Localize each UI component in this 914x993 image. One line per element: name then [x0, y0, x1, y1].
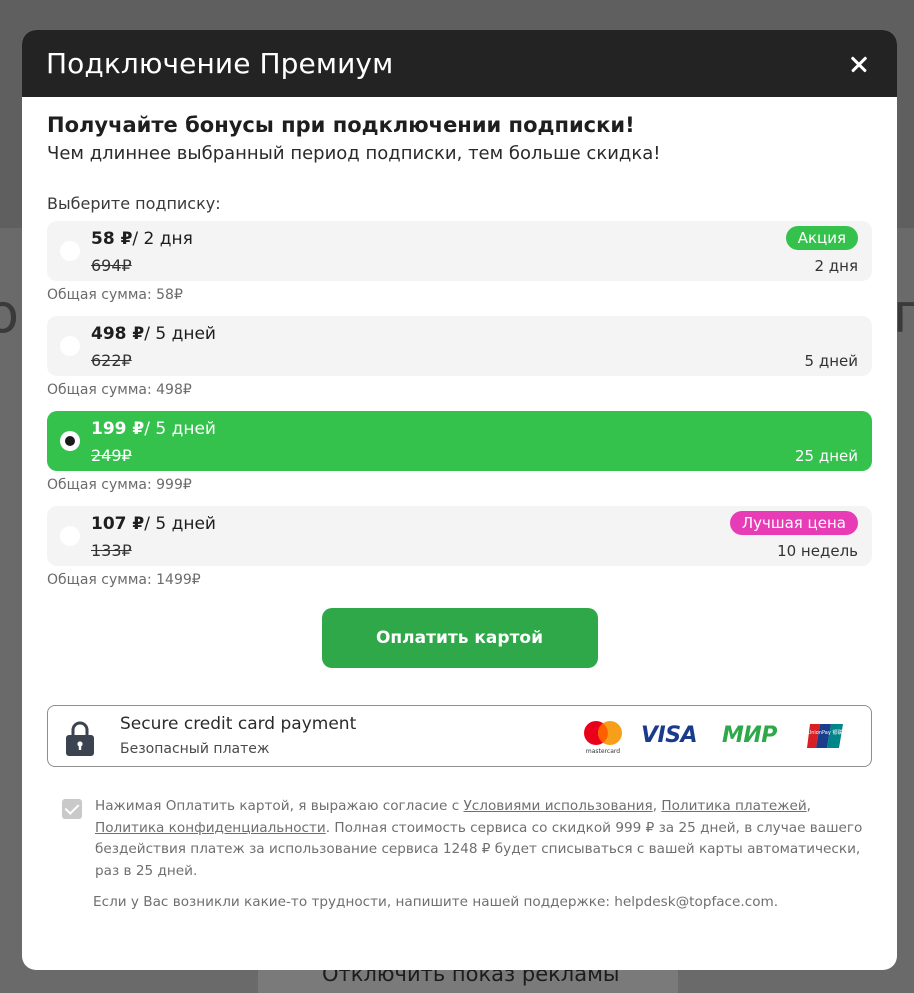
modal-header: Подключение Премиум	[22, 30, 897, 97]
plan-old-price: 694₽	[91, 256, 132, 275]
terms-link[interactable]: Условиями использования	[464, 798, 653, 814]
best-price-badge: Лучшая цена	[729, 511, 858, 535]
support-text: Если у Вас возникли какие-то трудности, …	[93, 894, 779, 910]
background-text-left: о	[0, 282, 20, 345]
plan-period: 10 недель	[777, 542, 858, 560]
plan-price-per: / 5 дней	[144, 514, 216, 534]
plan-total: Общая сумма: 1499₽	[47, 572, 201, 588]
plan-price-per: / 5 дней	[144, 419, 216, 439]
consent-separator: ,	[806, 798, 811, 814]
plan-period: 2 дня	[814, 257, 858, 275]
plan-price-per: / 5 дней	[144, 324, 216, 344]
choose-subscription-label: Выберите подписку:	[47, 194, 221, 213]
plan-period: 25 дней	[794, 447, 858, 465]
consent-text-prefix: Нажимая Оплатить картой, я выражаю согла…	[95, 798, 464, 814]
lock-icon	[66, 721, 94, 756]
plan-option[interactable]: 58 ₽/ 2 дня 694₽ Акция 2 дня	[47, 221, 872, 281]
modal-body: Получайте бонусы при подключении подписк…	[22, 97, 897, 910]
plan-price-amount: 107 ₽	[91, 514, 145, 534]
pay-by-card-button[interactable]: Оплатить картой	[321, 608, 598, 668]
secure-payment-box: Secure credit card payment Безопасный пл…	[47, 705, 872, 767]
consent-text: Нажимая Оплатить картой, я выражаю согла…	[95, 796, 872, 882]
mir-icon: МИР	[722, 723, 777, 748]
modal-title: Подключение Премиум	[46, 47, 394, 80]
close-icon[interactable]	[845, 50, 873, 78]
plan-old-price: 622₽	[91, 351, 132, 370]
secure-payment-title: Secure credit card payment	[120, 714, 357, 734]
plan-price: 199 ₽/ 5 дней	[91, 419, 216, 439]
mastercard-icon: mastercard	[584, 721, 622, 755]
plan-price-per: / 2 дня	[132, 229, 193, 249]
plan-option-wrapper: 199 ₽/ 5 дней 249₽ 25 дней Общая сумма: …	[47, 411, 872, 493]
plan-total: Общая сумма: 498₽	[47, 382, 192, 398]
plan-price: 498 ₽/ 5 дней	[91, 324, 216, 344]
radio-button-checked[interactable]	[60, 431, 80, 451]
plan-old-price: 249₽	[91, 446, 132, 465]
unionpay-icon: UnionPay 银联	[807, 724, 843, 748]
plan-total: Общая сумма: 58₽	[47, 287, 183, 303]
privacy-policy-link[interactable]: Политика конфиденциальности	[95, 820, 326, 836]
headline: Получайте бонусы при подключении подписк…	[47, 113, 635, 137]
visa-icon: VISA	[641, 723, 698, 748]
consent-block: Нажимая Оплатить картой, я выражаю согла…	[47, 796, 872, 882]
plan-price-amount: 498 ₽	[91, 324, 145, 344]
plan-price-amount: 199 ₽	[91, 419, 145, 439]
plan-option-wrapper: 498 ₽/ 5 дней 622₽ 5 дней Общая сумма: 4…	[47, 316, 872, 398]
plan-option[interactable]: 107 ₽/ 5 дней 133₽ Лучшая цена 10 недель	[47, 506, 872, 566]
plan-option-selected[interactable]: 199 ₽/ 5 дней 249₽ 25 дней	[47, 411, 872, 471]
radio-button[interactable]	[60, 241, 80, 261]
payment-policy-link[interactable]: Политика платежей	[661, 798, 806, 814]
plan-total: Общая сумма: 999₽	[47, 477, 192, 493]
consent-checkbox[interactable]	[62, 799, 82, 819]
plan-option-wrapper: 58 ₽/ 2 дня 694₽ Акция 2 дня Общая сумма…	[47, 221, 872, 303]
mastercard-wordmark: mastercard	[586, 748, 620, 755]
subline: Чем длиннее выбранный период подписки, т…	[47, 143, 661, 164]
radio-button[interactable]	[60, 526, 80, 546]
plan-option[interactable]: 498 ₽/ 5 дней 622₽ 5 дней	[47, 316, 872, 376]
plan-period: 5 дней	[804, 352, 858, 370]
plan-price: 58 ₽/ 2 дня	[91, 229, 193, 249]
radio-button[interactable]	[60, 336, 80, 356]
plan-old-price: 133₽	[91, 541, 132, 560]
plan-price: 107 ₽/ 5 дней	[91, 514, 216, 534]
promo-badge: Акция	[785, 226, 858, 250]
premium-modal: Подключение Премиум Получайте бонусы при…	[22, 30, 897, 970]
unionpay-wordmark: UnionPay 银联	[808, 729, 843, 736]
secure-payment-subtitle: Безопасный платеж	[120, 741, 270, 757]
plan-option-wrapper: 107 ₽/ 5 дней 133₽ Лучшая цена 10 недель…	[47, 506, 872, 588]
plan-price-amount: 58 ₽	[91, 229, 133, 249]
